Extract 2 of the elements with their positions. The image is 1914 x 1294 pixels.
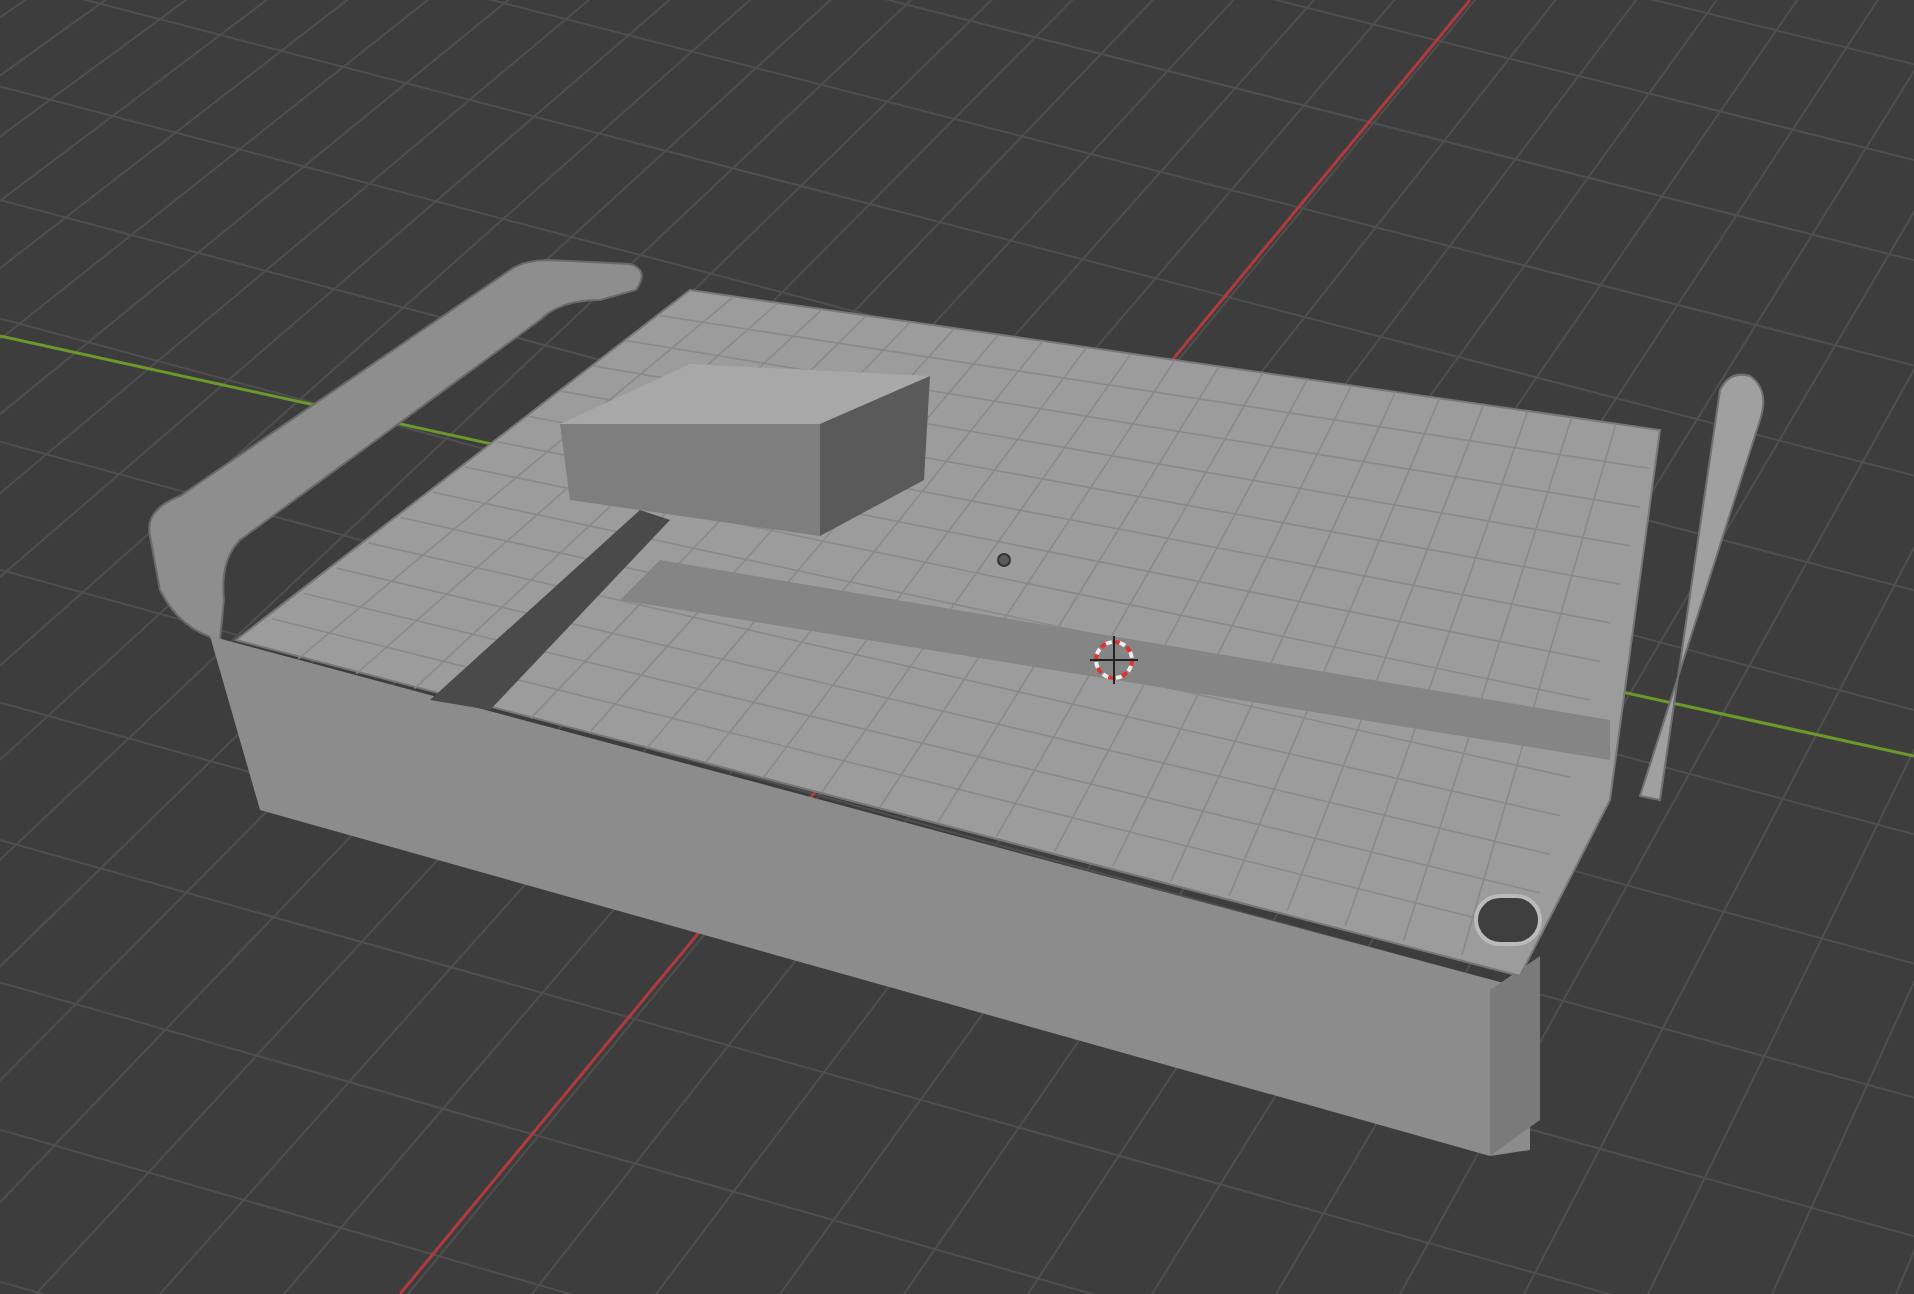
- 3d-viewport[interactable]: [0, 0, 1914, 1294]
- 3d-cursor-icon: [1089, 635, 1139, 685]
